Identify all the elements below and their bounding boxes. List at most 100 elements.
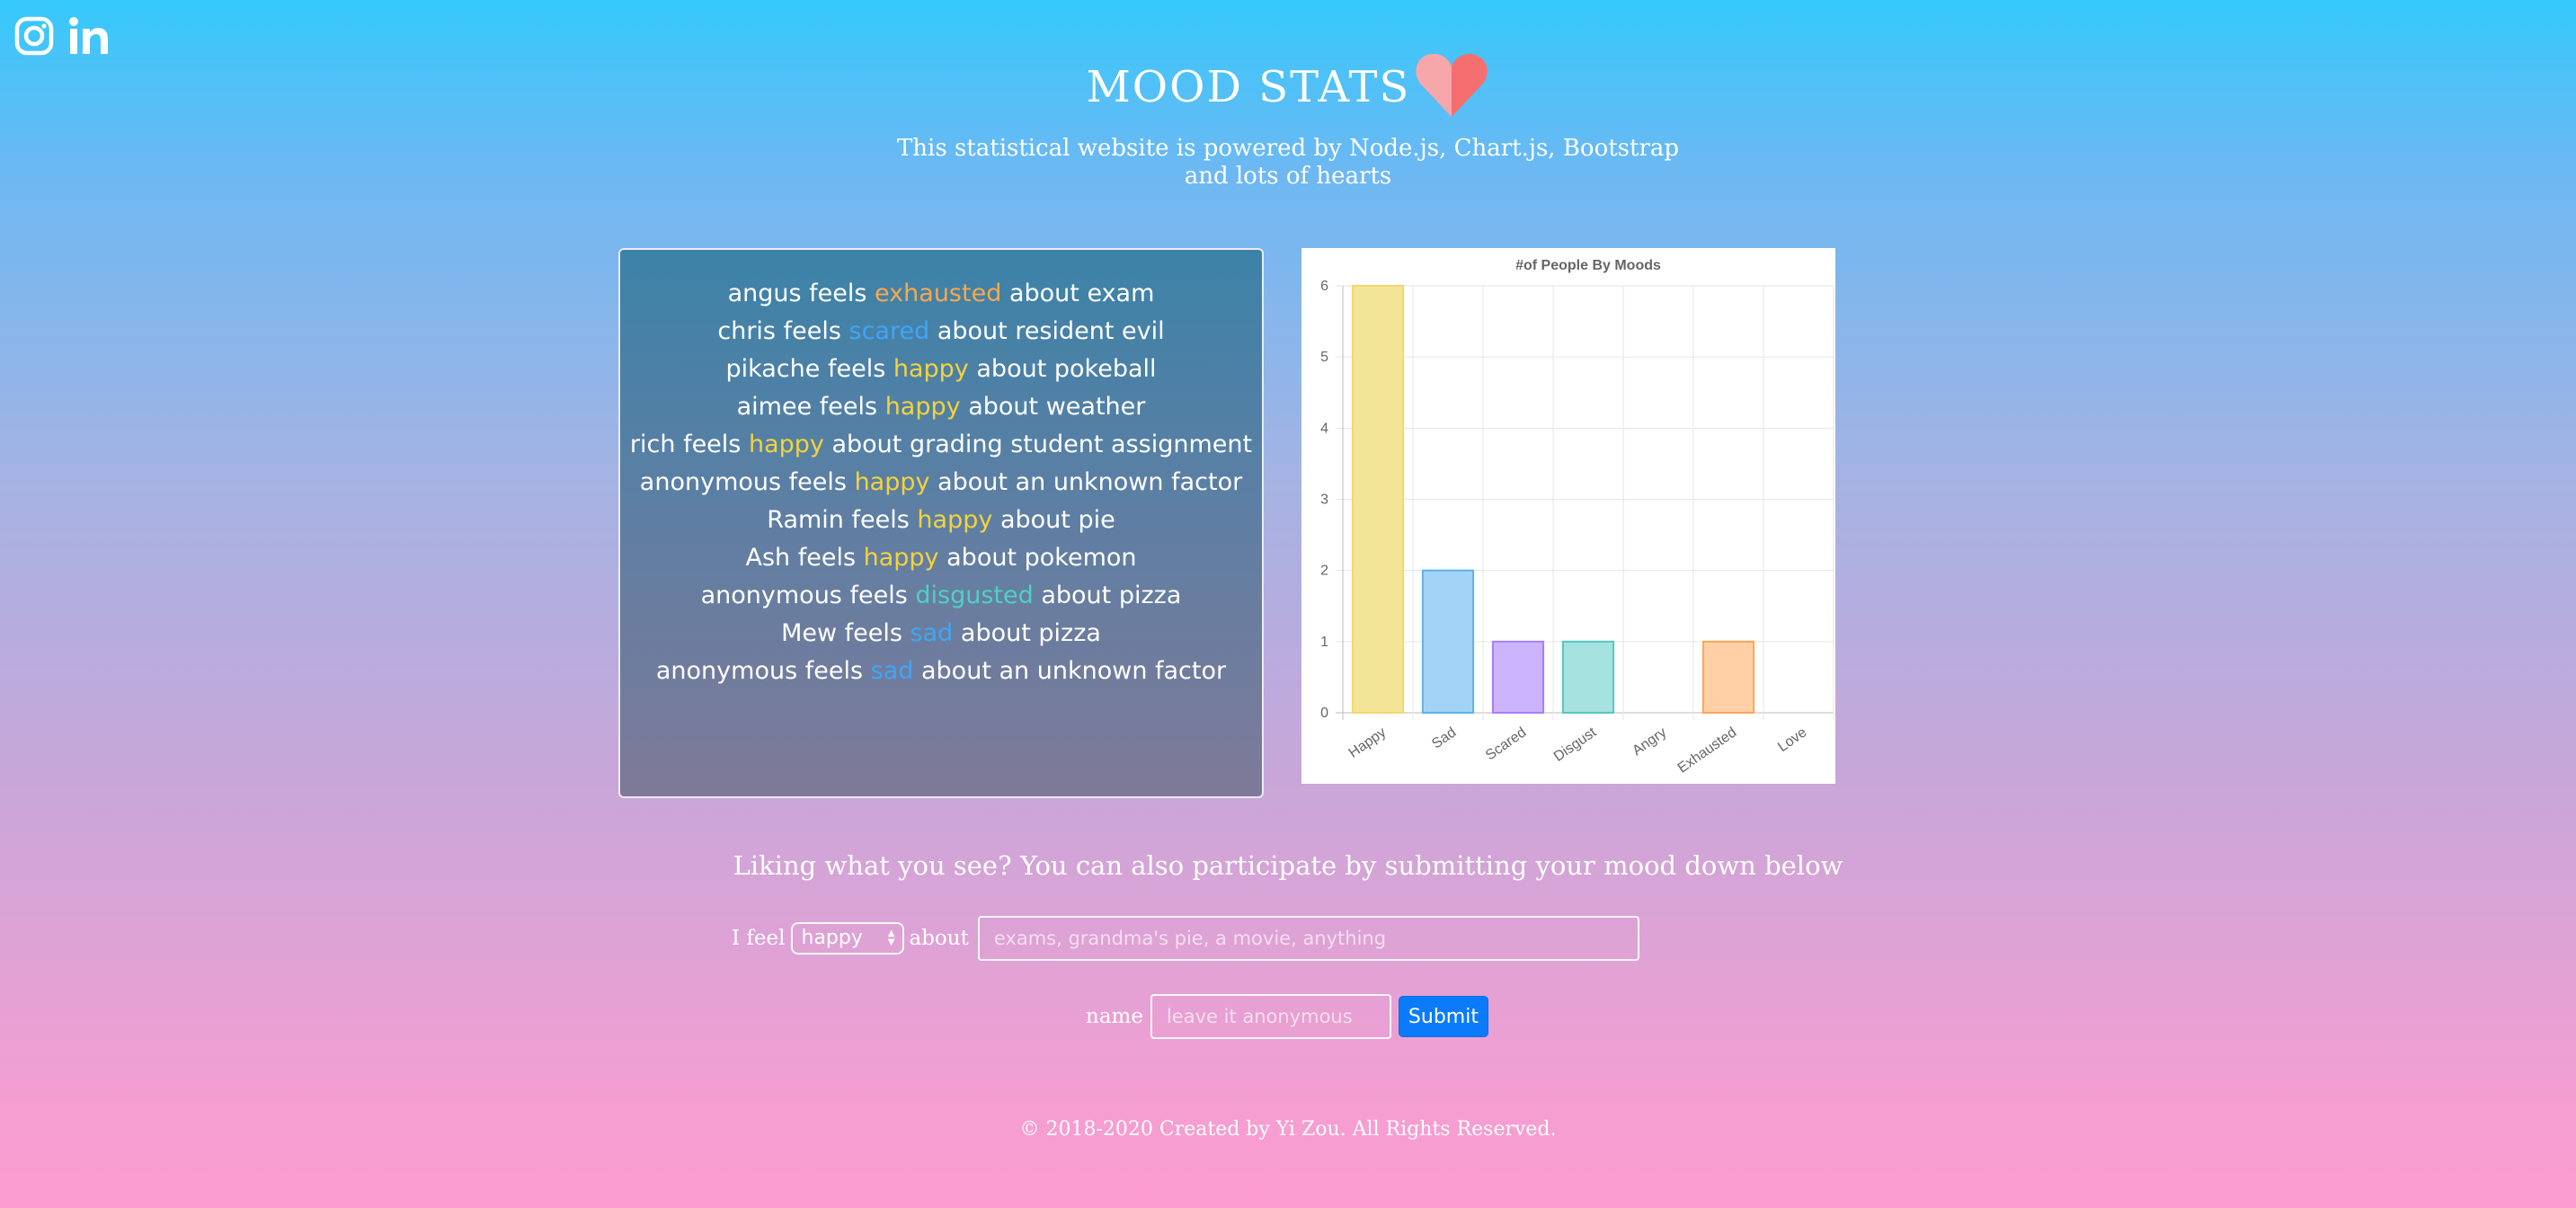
feed-about: about	[937, 468, 1008, 496]
feed-item: Mew feels sad about pizza	[620, 615, 1262, 653]
feed-topic: pizza	[1118, 582, 1182, 609]
chart-title: #of People By Moods	[1515, 258, 1661, 273]
bar-exhausted	[1701, 640, 1755, 715]
feed-about: about	[921, 657, 991, 685]
feed-item: aimee feels happy about weather	[620, 388, 1262, 426]
feed-about: about	[968, 393, 1039, 421]
y-tick-label: 3	[1320, 493, 1328, 508]
feed-mood: happy	[884, 393, 961, 421]
feed-about: about	[999, 506, 1070, 534]
feed-topic: pizza	[1038, 619, 1101, 647]
feed-topic: grading student assignment	[909, 431, 1253, 458]
bar-sad	[1421, 569, 1475, 714]
feed-about: about	[1041, 582, 1112, 609]
y-tick-label: 4	[1320, 421, 1328, 436]
feed-about: about	[1008, 280, 1079, 307]
y-tick-label: 1	[1320, 635, 1328, 650]
y-tick-label: 2	[1320, 564, 1328, 579]
bar-disgust	[1561, 640, 1615, 715]
feed-item: Ramin feels happy about pie	[620, 502, 1262, 539]
feed-mood: happy	[748, 431, 824, 458]
feed-mood: happy	[917, 506, 993, 534]
feed-feels: feels	[788, 468, 847, 496]
y-tick-label: 5	[1320, 350, 1328, 365]
mood-select-value: happy	[801, 927, 863, 949]
feed-topic: pie	[1078, 506, 1115, 534]
feed-mood: happy	[863, 544, 939, 572]
feed-feels: feels	[844, 619, 902, 647]
feed-item: Ash feels happy about pokemon	[620, 539, 1262, 577]
about-input[interactable]	[977, 916, 1639, 961]
feed-name: anonymous	[655, 657, 798, 685]
feed-feels: feels	[827, 355, 886, 383]
feed-name: rich	[629, 431, 676, 458]
feed-name: anonymous	[700, 582, 842, 609]
feed-feels: feels	[851, 506, 910, 534]
heart-icon	[1414, 52, 1489, 122]
feed-mood: sad	[870, 657, 914, 685]
feed-topic: resident evil	[1015, 317, 1165, 345]
x-tick-label: Happy	[1346, 724, 1390, 760]
feed-topic: an unknown factor	[999, 657, 1227, 685]
y-tick-label: 0	[1320, 706, 1328, 721]
x-tick-label: Scared	[1483, 724, 1529, 763]
feed-name: aimee	[736, 393, 813, 421]
feed-item: pikache feels happy about pokeball	[620, 351, 1262, 388]
feed-mood: exhausted	[875, 280, 1002, 307]
about-label: about	[909, 927, 969, 950]
page-title: MOOD STATS	[1086, 62, 1411, 112]
feed-about: about	[946, 544, 1017, 572]
feed-about: about	[831, 431, 902, 458]
name-input[interactable]	[1150, 994, 1391, 1039]
bar-happy	[1351, 285, 1405, 714]
feed-name: Ash	[745, 544, 791, 572]
mood-form-row: I feel happy ▲ ▼ about	[732, 916, 1639, 961]
feed-name: chris	[717, 317, 777, 345]
feed-item: angus feels exhausted about exam	[620, 275, 1262, 313]
submit-button[interactable]: Submit	[1398, 996, 1488, 1037]
feed-about: about	[937, 317, 1008, 345]
y-tick-label: 6	[1320, 279, 1328, 294]
header: MOOD STATS This statistical website is p…	[0, 52, 2576, 191]
feed-mood: disgusted	[915, 582, 1034, 609]
subtitle: This statistical website is powered by N…	[896, 135, 1680, 190]
feed-about: about	[960, 619, 1031, 647]
x-tick-label: Disgust	[1551, 724, 1600, 765]
name-form-row: name Submit	[1086, 994, 1488, 1039]
mood-feed: angus feels exhausted about exam chris fe…	[618, 248, 1264, 798]
feed-topic: weather	[1045, 393, 1146, 421]
footer-copyright: © 2018-2020 Created by Yi Zou. All Right…	[1019, 1118, 1557, 1141]
feed-name: Mew	[781, 619, 838, 647]
select-arrows-icon: ▲ ▼	[887, 928, 895, 947]
mood-select[interactable]: happy ▲ ▼	[790, 922, 904, 955]
bar-scared	[1491, 640, 1545, 715]
name-label: name	[1086, 1005, 1143, 1028]
x-tick-label: Angry	[1630, 724, 1669, 759]
feed-item: chris feels scared about resident evil	[620, 313, 1262, 351]
i-feel-label: I feel	[732, 927, 786, 950]
feed-mood: happy	[893, 355, 969, 383]
participate-prompt: Liking what you see? You can also partic…	[733, 850, 1843, 881]
feed-item: anonymous feels happy about an unknown f…	[620, 464, 1262, 502]
feed-item: anonymous feels sad about an unknown fac…	[620, 653, 1262, 690]
feed-mood: happy	[854, 468, 930, 496]
feed-item: anonymous feels disgusted about pizza	[620, 577, 1262, 615]
feed-mood: scared	[848, 317, 930, 345]
feed-feels: feels	[804, 657, 864, 685]
feed-feels: feels	[849, 582, 908, 609]
feed-topic: an unknown factor	[1015, 468, 1243, 496]
feed-feels: feels	[683, 431, 742, 458]
x-tick-label: Exhausted	[1675, 724, 1740, 776]
feed-feels: feels	[809, 280, 867, 307]
feed-name: Ramin	[767, 506, 844, 534]
feed-feels: feels	[819, 393, 878, 421]
feed-name: angus	[727, 280, 802, 307]
bar-chart: #of People By Moods 0 1 2 3 4 5 6 Happy Sad Scared…	[1320, 258, 1834, 777]
feed-mood: sad	[910, 619, 954, 647]
feed-feels: feels	[797, 544, 857, 572]
feed-topic: pokeball	[1053, 355, 1157, 383]
mood-chart: #of People By Moods 0 1 2 3 4 5 6 Happy Sad Scared…	[1301, 248, 1835, 784]
feed-topic: pokemon	[1024, 544, 1137, 572]
x-tick-label: Love	[1775, 724, 1809, 755]
feed-name: anonymous	[639, 468, 782, 496]
